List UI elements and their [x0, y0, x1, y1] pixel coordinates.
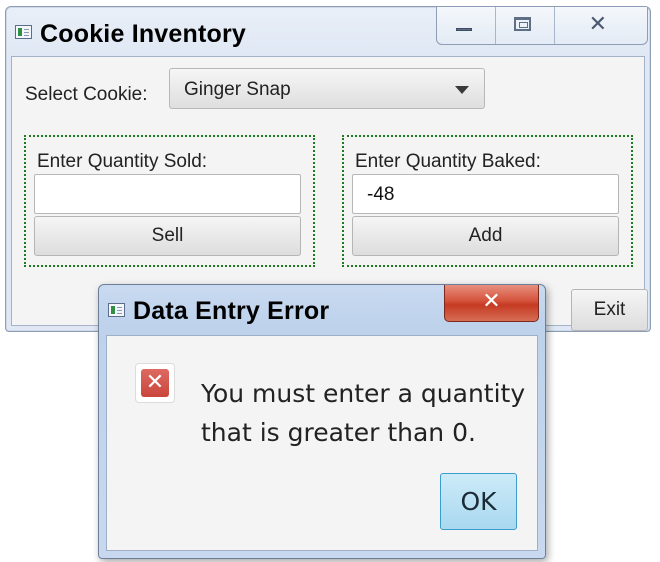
dialog-title: Data Entry Error	[133, 297, 330, 325]
select-cookie-label: Select Cookie:	[25, 84, 148, 105]
minimize-button[interactable]	[437, 7, 496, 44]
maximize-icon	[513, 17, 531, 31]
sell-button[interactable]: Sell	[34, 216, 301, 256]
error-message-line-2: that is greater than 0.	[201, 418, 476, 447]
close-icon: ✕	[588, 12, 607, 37]
maximize-button[interactable]	[496, 7, 555, 44]
chevron-down-icon	[455, 86, 469, 94]
cookie-select[interactable]: Ginger Snap	[169, 68, 485, 109]
ok-button[interactable]: OK	[440, 473, 517, 530]
quantity-sold-group: Enter Quantity Sold: Sell	[24, 135, 315, 267]
exit-button[interactable]: Exit	[571, 289, 648, 331]
minimize-icon	[456, 28, 472, 31]
dialog-app-icon	[108, 303, 125, 317]
close-button[interactable]: ✕	[555, 7, 647, 44]
selected-cookie: Ginger Snap	[184, 79, 291, 100]
error-icon: ✕	[135, 363, 175, 403]
window-title: Cookie Inventory	[40, 20, 247, 48]
error-message: You must enter a quantity that is greate…	[201, 374, 531, 452]
quantity-sold-input[interactable]	[34, 174, 301, 214]
quantity-baked-group: Enter Quantity Baked: -48 Add	[342, 135, 633, 267]
error-dialog: Data Entry Error ✕ ✕ You must enter a qu…	[98, 284, 546, 559]
quantity-baked-label: Enter Quantity Baked:	[355, 151, 541, 172]
error-message-line-1: You must enter a quantity	[201, 379, 526, 408]
error-x-icon: ✕	[141, 369, 169, 397]
add-button[interactable]: Add	[352, 216, 619, 256]
dialog-close-button[interactable]: ✕	[444, 285, 539, 322]
window-controls: ✕	[436, 7, 648, 45]
quantity-baked-input[interactable]: -48	[352, 174, 619, 214]
app-icon	[15, 25, 32, 39]
dialog-content: ✕ You must enter a quantity that is grea…	[106, 335, 538, 551]
close-icon: ✕	[482, 289, 501, 314]
quantity-sold-label: Enter Quantity Sold:	[37, 151, 208, 172]
